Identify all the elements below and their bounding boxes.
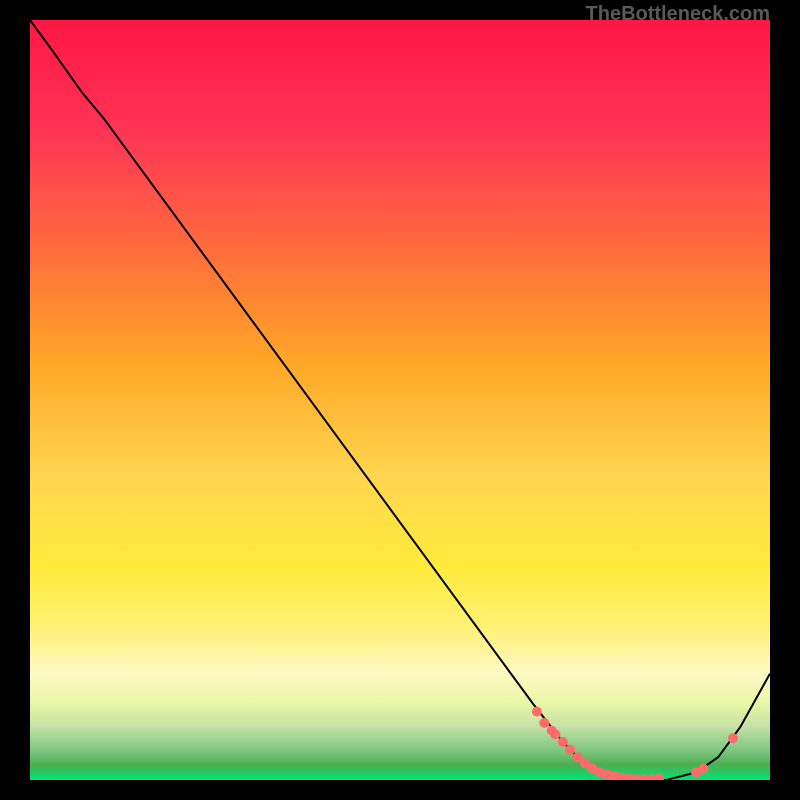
data-point [565,745,575,755]
data-point [698,764,708,774]
data-point [550,729,560,739]
data-point [558,737,568,747]
watermark: TheBottleneck.com [586,3,770,26]
data-point [654,773,664,780]
data-markers [532,707,738,780]
data-point [532,707,542,717]
chart-svg [30,20,770,780]
data-point [539,718,549,728]
data-point [728,733,738,743]
bottleneck-curve [30,20,770,780]
chart-container [30,20,770,780]
